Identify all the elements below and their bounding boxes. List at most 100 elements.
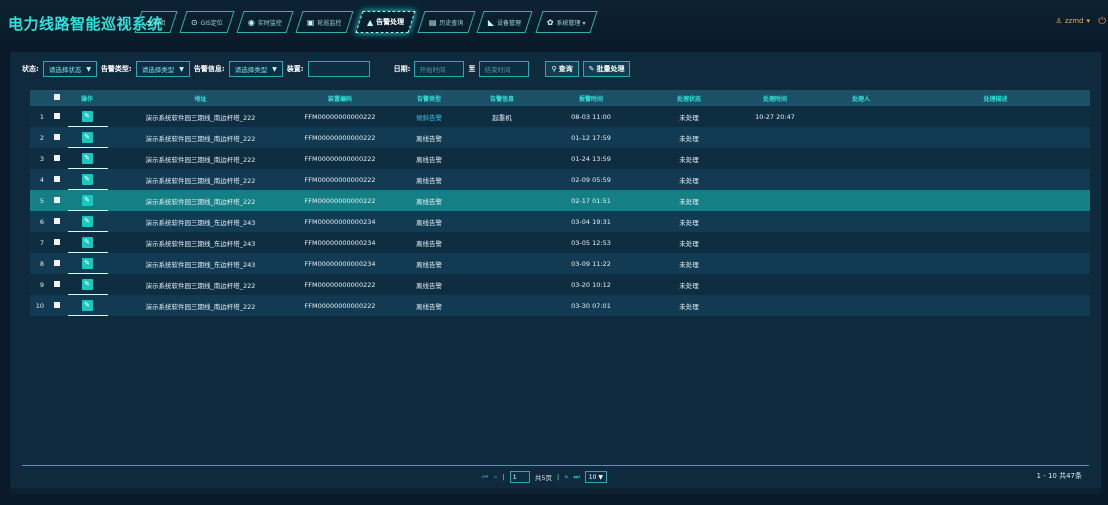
cell-address: 演示系统软件园三期线_南边杆塔_222 xyxy=(145,155,256,164)
edit-icon[interactable]: ✎ xyxy=(81,132,93,143)
query-button[interactable]: ⚲ 查询 xyxy=(545,61,579,77)
row-operation: ✎ xyxy=(66,169,108,190)
row-checkbox[interactable] xyxy=(48,175,66,184)
edit-icon[interactable]: ✎ xyxy=(81,153,93,164)
row-checkbox[interactable] xyxy=(48,217,66,226)
cell-address: 演示系统软件园三期线_南边杆塔_222 xyxy=(145,281,256,290)
power-icon[interactable]: ⏻ xyxy=(1098,16,1106,27)
nav-item-3[interactable]: ▣ 轮巡监控 xyxy=(295,11,354,33)
top-bar: 电力线路智能巡视系统 ⌂ 首页 ⊙ GIS定位 ◉ 实时监控 ▣ 轮巡监控 ▲ 告警处理 ▤ 历史查询… xyxy=(0,0,1108,44)
row-index: 10 xyxy=(35,301,44,310)
table-row[interactable]: 1 ✎ 演示系统软件园三期线_南边杆塔_222 FFM00000000000222 倾斜… xyxy=(30,106,1090,127)
table-row[interactable]: 6 ✎ 演示系统软件园三期线_东边杆塔_243 FFM00000000000234 离线… xyxy=(30,211,1090,232)
end-date-input[interactable]: 结束时间 xyxy=(479,61,530,77)
nav-item-6[interactable]: ◣ 设备管理 xyxy=(476,11,534,33)
cell-address: 演示系统软件园三期线_东边杆塔_243 xyxy=(145,260,256,269)
cell-alarm-time: 01-24 13:59 xyxy=(571,154,611,163)
row-index: 2 xyxy=(39,133,44,142)
cell-alarm-time: 03-05 12:53 xyxy=(571,238,611,247)
batch-button-label: 批量处理 xyxy=(596,65,625,73)
nav-item-1[interactable]: ⊙ GIS定位 xyxy=(179,11,235,33)
last-page-icon[interactable]: ⏭ xyxy=(573,473,579,482)
row-checkbox[interactable] xyxy=(48,112,66,121)
row-checkbox[interactable] xyxy=(48,196,66,205)
row-checkbox[interactable] xyxy=(48,259,66,268)
nav-item-label: 轮巡监控 xyxy=(317,19,342,27)
cell-alarm-type: 离线告警 xyxy=(416,260,442,269)
row-index: 3 xyxy=(39,154,44,163)
row-checkbox[interactable] xyxy=(48,154,66,163)
nav-item-label: GIS定位 xyxy=(200,19,224,27)
cell-alarm-type[interactable]: 倾斜告警 xyxy=(387,112,471,122)
cell-alarm-info: 起重机 xyxy=(492,113,512,122)
alarm-type-select-value: 请选择类型 xyxy=(141,66,175,74)
user-menu[interactable]: ♙ zzmd ▾ xyxy=(1056,17,1090,25)
alarm-info-select[interactable]: 请选择类型 ▼ xyxy=(228,61,283,77)
cell-alarm-time: 03-09 11:22 xyxy=(571,259,611,268)
page-number-input[interactable] xyxy=(509,471,530,483)
cell-address: 演示系统软件园三期线_东边杆塔_243 xyxy=(145,218,256,227)
monitor-icon: ◉ xyxy=(248,17,256,27)
device-input[interactable] xyxy=(307,61,370,77)
nav-item-label: 系统管理 ▾ xyxy=(556,19,586,27)
start-date-input[interactable]: 开始时间 xyxy=(414,61,465,77)
next-page-icon[interactable]: » xyxy=(564,473,568,481)
nav-item-7[interactable]: ✿ 系统管理 ▾ xyxy=(534,11,597,33)
nav-item-5[interactable]: ▤ 历史查询 xyxy=(417,11,475,33)
cell-address: 演示系统软件园三期线_东边杆塔_243 xyxy=(145,239,256,248)
cell-address: 演示系统软件园三期线_南边杆塔_222 xyxy=(145,134,256,143)
row-checkbox[interactable] xyxy=(48,280,66,289)
first-page-icon[interactable]: ⏮ xyxy=(482,473,488,482)
nav-item-0[interactable]: ⌂ 首页 xyxy=(134,11,178,33)
device-icon: ◣ xyxy=(488,17,495,27)
header-alarm-time: 报警时间 xyxy=(578,95,603,103)
table-row[interactable]: 2 ✎ 演示系统软件园三期线_南边杆塔_222 FFM00000000000222 离线… xyxy=(30,127,1090,148)
total-pages: 共5页 xyxy=(534,474,552,482)
cell-process-state: 未处理 xyxy=(679,197,699,206)
cell-device-code: FFM00000000000234 xyxy=(304,259,376,268)
row-index: 7 xyxy=(39,238,44,247)
table-row[interactable]: 8 ✎ 演示系统软件园三期线_东边杆塔_243 FFM00000000000234 离线… xyxy=(30,253,1090,274)
nav-item-2[interactable]: ◉ 实时监控 xyxy=(236,11,294,33)
header-alarm-info: 告警信息 xyxy=(489,95,514,103)
table-row[interactable]: 10 ✎ 演示系统软件园三期线_南边杆塔_222 FFM00000000000222 离… xyxy=(30,295,1090,316)
edit-icon[interactable]: ✎ xyxy=(81,300,93,311)
nav-item-label: 实时监控 xyxy=(258,19,283,27)
table-row[interactable]: 7 ✎ 演示系统软件园三期线_东边杆塔_243 FFM00000000000234 离线… xyxy=(30,232,1090,253)
row-index: 1 xyxy=(39,112,44,121)
status-select[interactable]: 请选择状态 ▼ xyxy=(42,61,97,77)
alarm-type-select[interactable]: 请选择类型 ▼ xyxy=(135,61,190,77)
table-row[interactable]: 4 ✎ 演示系统软件园三期线_南边杆塔_222 FFM00000000000222 离线… xyxy=(30,169,1090,190)
edit-icon[interactable]: ✎ xyxy=(81,111,93,122)
cell-alarm-time: 02-17 01:51 xyxy=(571,196,611,205)
cell-alarm-type: 离线告警 xyxy=(416,218,442,227)
page-size-select[interactable]: 10 ▼ xyxy=(584,471,608,483)
row-checkbox[interactable] xyxy=(48,301,66,310)
row-checkbox[interactable] xyxy=(48,238,66,247)
cell-process-state: 未处理 xyxy=(679,239,699,248)
cell-process-state: 未处理 xyxy=(679,176,699,185)
table-row[interactable]: 9 ✎ 演示系统软件园三期线_南边杆塔_222 FFM00000000000222 离线… xyxy=(30,274,1090,295)
prev-page-icon[interactable]: « xyxy=(493,473,497,481)
chevron-down-icon: ▼ xyxy=(272,65,277,73)
table-row[interactable]: 3 ✎ 演示系统软件园三期线_南边杆塔_222 FFM00000000000222 离线… xyxy=(30,148,1090,169)
cell-process-state: 未处理 xyxy=(679,218,699,227)
table-header: 操作 地址 装置编码 告警类型 告警信息 报警时间 处理状态 处理时间 处理人 … xyxy=(30,90,1090,106)
edit-icon[interactable]: ✎ xyxy=(81,195,93,206)
pager-divider xyxy=(22,465,1089,466)
edit-icon[interactable]: ✎ xyxy=(81,237,93,248)
row-checkbox[interactable] xyxy=(48,133,66,142)
cell-alarm-time: 02-09 05:59 xyxy=(571,175,611,184)
edit-icon[interactable]: ✎ xyxy=(81,174,93,185)
edit-icon[interactable]: ✎ xyxy=(81,216,93,227)
batch-process-button[interactable]: ✎ 批量处理 xyxy=(582,61,631,77)
nav-item-4[interactable]: ▲ 告警处理 xyxy=(355,11,416,33)
table-row[interactable]: 5 ✎ 演示系统软件园三期线_南边杆塔_222 FFM00000000000222 离线… xyxy=(30,190,1090,211)
edit-icon[interactable]: ✎ xyxy=(81,258,93,269)
row-index: 5 xyxy=(39,196,44,205)
cell-process-state: 未处理 xyxy=(679,260,699,269)
cell-address: 演示系统软件园三期线_南边杆塔_222 xyxy=(145,197,256,206)
search-icon: ⚲ xyxy=(551,65,557,73)
edit-icon[interactable]: ✎ xyxy=(81,279,93,290)
select-all-checkbox[interactable] xyxy=(48,94,66,102)
